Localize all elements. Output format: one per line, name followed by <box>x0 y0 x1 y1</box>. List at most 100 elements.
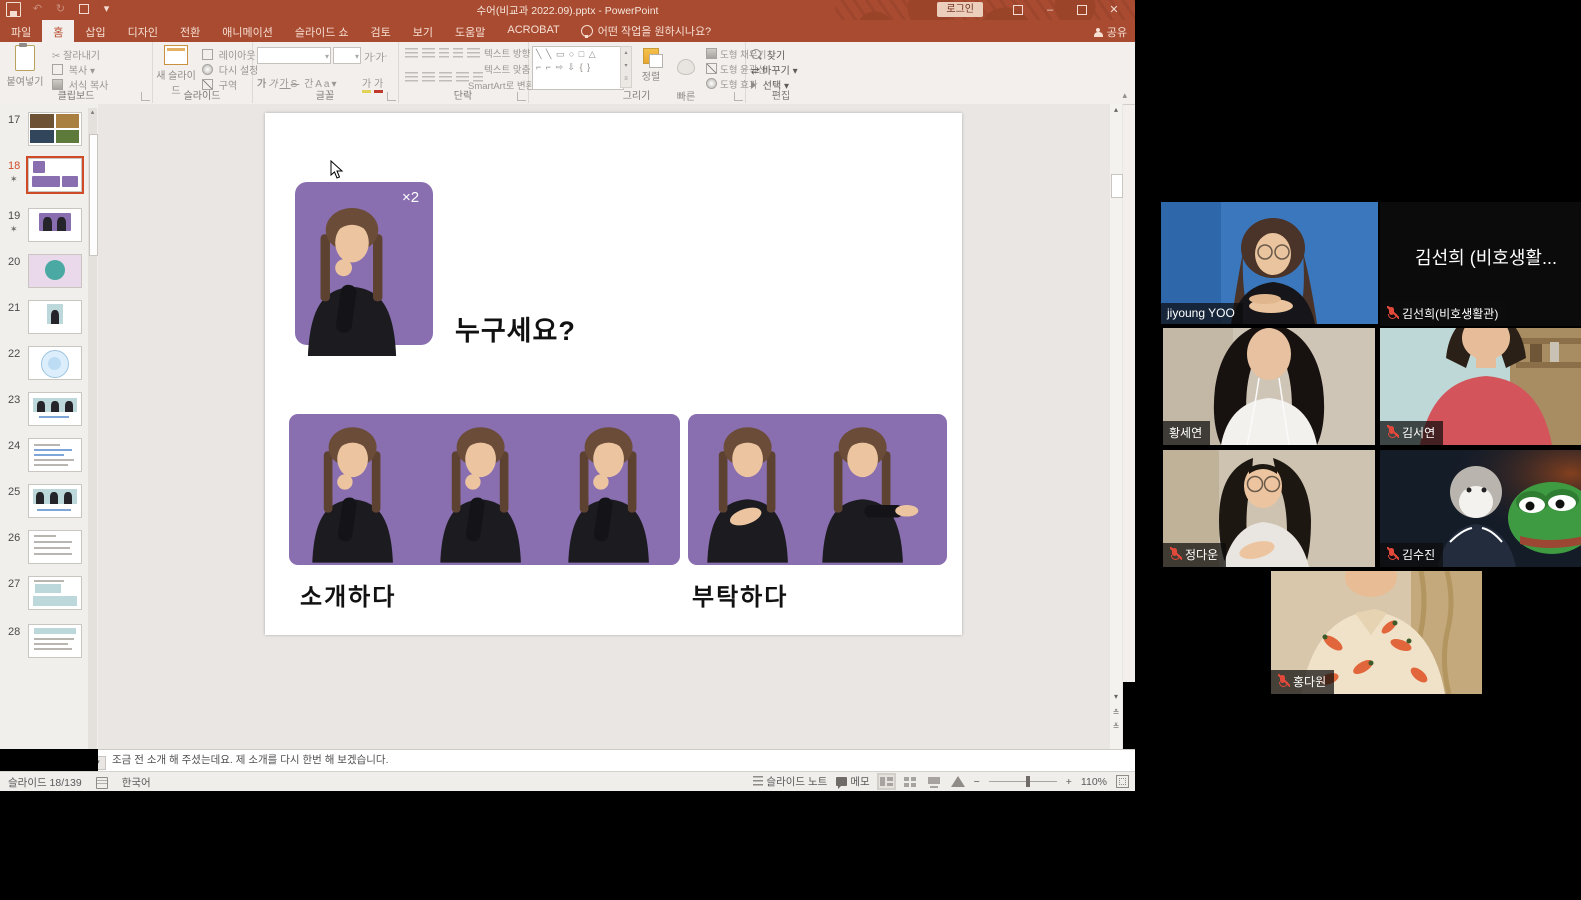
fit-slide-to-window-button[interactable] <box>1116 775 1129 788</box>
thumbnail-slide-26[interactable]: 26 <box>0 530 98 574</box>
thumbnail-slide-27[interactable]: 27 <box>0 576 98 622</box>
tab-transitions[interactable]: 전환 <box>169 20 211 42</box>
tab-view[interactable]: 보기 <box>402 20 444 42</box>
font-name-combobox[interactable]: ▾ <box>257 47 331 64</box>
text-direction-button[interactable]: 텍스트 방향 <box>484 46 530 60</box>
minimize-button[interactable]: – <box>1037 1 1063 19</box>
spellcheck-icon[interactable] <box>96 777 108 789</box>
thumbnail-slide-19[interactable]: 19 ✶ <box>0 208 98 252</box>
next-slide-icon[interactable]: ≚ <box>1110 721 1122 733</box>
participant-display-name: 김선희 (비호생활... <box>1380 244 1581 270</box>
thumbnail-slide-24[interactable]: 24 <box>0 438 98 482</box>
video-tile-kim-seonhui[interactable]: 김선희 (비호생활... 김선희(비호생활관) <box>1380 202 1581 326</box>
tab-acrobat[interactable]: ACROBAT <box>496 20 570 42</box>
shape-gallery[interactable]: ╲ ╲ ▭ ○ □ △ ⌐ ⌐ ⇨ ⇩ { } <box>532 46 624 90</box>
normal-view-button[interactable] <box>879 775 894 788</box>
notes-pane[interactable]: ▾ 조금 전 소개 해 주셨는데요. 제 소개를 다시 한번 해 보겠습니다. … <box>98 749 1135 772</box>
tab-design[interactable]: 디자인 <box>117 20 169 42</box>
tab-home[interactable]: 홈 <box>42 20 74 42</box>
layout-button[interactable]: 레이아웃 <box>202 47 256 62</box>
zoom-in-button[interactable]: + <box>1066 776 1072 788</box>
close-button[interactable]: ✕ <box>1101 1 1127 19</box>
tab-file[interactable]: 파일 <box>0 20 42 42</box>
thumbnail-slide-18[interactable]: 18 ✶ <box>0 158 98 206</box>
thumbnail-slide-22[interactable]: 22 <box>0 346 98 390</box>
tab-review[interactable]: 검토 <box>360 20 402 42</box>
zoom-out-button[interactable]: − <box>974 776 980 788</box>
share-button[interactable]: 공유 <box>1094 24 1127 40</box>
tab-animations[interactable]: 애니메이션 <box>211 20 284 42</box>
grow-shrink-font-buttons[interactable]: 가ˆ가ˇ <box>364 49 387 64</box>
font-dialog-launcher[interactable] <box>387 92 396 101</box>
ribbon-display-options-icon[interactable] <box>1005 1 1031 19</box>
sign-image-repeat <box>295 182 433 356</box>
redo-icon[interactable]: ↻ <box>54 3 67 16</box>
tell-me-search[interactable]: 어떤 작업을 원하시나요? <box>571 20 721 42</box>
zoom-level[interactable]: 110% <box>1081 776 1107 788</box>
reset-button[interactable]: 다시 설정 <box>202 62 258 77</box>
qat-customize-icon[interactable]: ▾ <box>100 3 113 16</box>
shape-outline-icon <box>706 63 717 74</box>
paste-button[interactable]: 붙여넣기 <box>2 45 48 88</box>
align-text-button[interactable]: 텍스트 맞춤 <box>484 62 530 76</box>
clipboard-dialog-launcher[interactable] <box>141 92 150 101</box>
video-tile-jeong-daun[interactable]: 정다운 <box>1163 450 1375 567</box>
slideshow-view-button[interactable] <box>951 776 965 787</box>
copy-button[interactable]: 복사 ▾ <box>52 62 95 77</box>
list-indent-buttons[interactable] <box>403 48 482 59</box>
group-label-editing: 편집 <box>745 87 817 102</box>
video-tile-kim-sujin[interactable]: 김수진 <box>1380 450 1581 567</box>
tab-slideshow[interactable]: 슬라이드 쇼 <box>284 20 360 42</box>
find-button[interactable]: 찾기 <box>751 47 785 62</box>
font-size-combobox[interactable]: ▾ <box>333 47 361 64</box>
slide-scrollbar[interactable]: ▴ ▾ ≛ ≚ <box>1110 104 1122 749</box>
comments-toggle-button[interactable]: 메모 <box>836 774 869 789</box>
collapse-ribbon-icon[interactable]: ▴ <box>1122 90 1127 101</box>
thumbnail-slide-23[interactable]: 23 <box>0 392 98 436</box>
thumbnail-slide-17[interactable]: 17 <box>0 112 98 156</box>
muted-mic-icon <box>1169 548 1180 561</box>
arrange-button[interactable]: 정렬 <box>634 48 668 83</box>
memo-icon <box>836 777 847 786</box>
previous-slide-icon[interactable]: ≛ <box>1110 707 1122 719</box>
start-slideshow-icon[interactable] <box>77 3 90 16</box>
video-tile-hwang-seyeon[interactable]: 황세연 <box>1163 328 1375 445</box>
desktop: ↶ ↻ ▾ 수어(비교과 2022.09).pptx - PowerPoint … <box>0 0 1581 900</box>
drawing-dialog-launcher[interactable] <box>734 92 743 101</box>
video-tile-jiyoung-yoo[interactable]: jiyoung YOO <box>1161 202 1378 324</box>
slide-thumbnail-panel: 17 18 ✶ 19 ✶ 20 <box>0 104 98 749</box>
reading-view-button[interactable] <box>927 775 942 788</box>
login-button[interactable]: 로그인 <box>937 2 983 17</box>
participant-name-badge: 정다운 <box>1163 543 1226 567</box>
thumbnail-slide-28[interactable]: 28 <box>0 624 98 668</box>
maximize-button[interactable] <box>1069 1 1095 19</box>
scrollbar-thumb[interactable] <box>1111 174 1123 198</box>
zoom-slider[interactable] <box>989 781 1057 782</box>
ribbon-group-clipboard: 붙여넣기 ✂ 잘라내기 복사 ▾ 서식 복사 클립보드 <box>0 42 153 103</box>
replace-icon: ⇄ <box>751 66 759 77</box>
slide-sorter-view-button[interactable] <box>903 775 918 788</box>
video-tile-hong-dawon[interactable]: 홍다원 <box>1271 571 1482 694</box>
thumbnail-scrollbar[interactable]: ▴ <box>88 108 97 749</box>
notes-toggle-button[interactable]: 슬라이드 노트 <box>753 774 827 789</box>
thumbnail-slide-25[interactable]: 25 <box>0 484 98 528</box>
tab-insert[interactable]: 삽입 <box>74 20 116 42</box>
scroll-up-icon[interactable]: ▴ <box>1110 104 1122 116</box>
save-icon[interactable] <box>6 2 21 17</box>
paragraph-dialog-launcher[interactable] <box>517 92 526 101</box>
slide-number-indicator[interactable]: 슬라이드 18/139 <box>8 775 82 790</box>
zoom-slider-thumb[interactable] <box>1026 776 1030 787</box>
language-indicator[interactable]: 한국어 <box>122 775 151 790</box>
notes-collapse-icon[interactable]: ▾ <box>98 756 106 770</box>
ribbon: 붙여넣기 ✂ 잘라내기 복사 ▾ 서식 복사 클립보드 <box>0 42 1135 105</box>
shape-gallery-scroll[interactable]: ▴▾≡ <box>620 46 632 88</box>
replace-button[interactable]: ⇄ 바꾸기 ▾ <box>751 62 798 77</box>
scroll-down-icon[interactable]: ▾ <box>1110 691 1122 703</box>
cut-button[interactable]: ✂ 잘라내기 <box>52 47 100 62</box>
current-slide[interactable]: ×2 누구세요? 소개하다 부탁하다 <box>265 113 962 635</box>
thumbnail-slide-20[interactable]: 20 <box>0 254 98 298</box>
thumbnail-slide-21[interactable]: 21 <box>0 300 98 344</box>
tab-help[interactable]: 도움말 <box>444 20 496 42</box>
video-tile-kim-seoyeon[interactable]: 김서연 <box>1380 328 1581 445</box>
undo-icon[interactable]: ↶ <box>31 3 44 16</box>
